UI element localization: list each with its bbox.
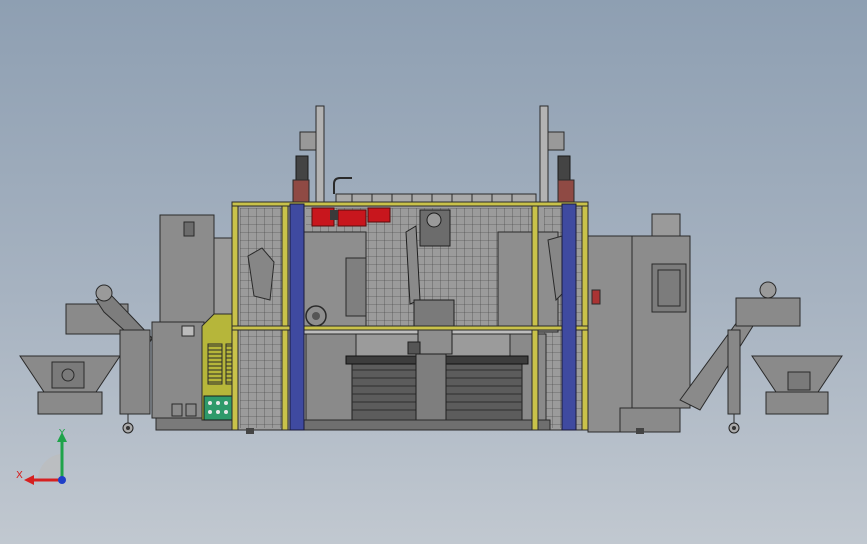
cad-viewport[interactable]: Y X: [0, 0, 867, 544]
orientation-triad: Y X: [16, 428, 67, 485]
z-axis-dot: [58, 476, 66, 484]
right-gantry-column: [539, 105, 575, 207]
left-gantry-column: [292, 105, 325, 207]
right-hopper: [751, 355, 843, 415]
x-axis-label: X: [16, 470, 23, 481]
right-machine-tool: [587, 213, 691, 433]
machine-cell-drawing: Y X: [16, 105, 843, 485]
gantry-beam: [333, 177, 537, 205]
left-hopper: [19, 355, 121, 415]
x-axis-arrowhead: [24, 475, 34, 485]
y-axis-label: Y: [58, 428, 66, 439]
